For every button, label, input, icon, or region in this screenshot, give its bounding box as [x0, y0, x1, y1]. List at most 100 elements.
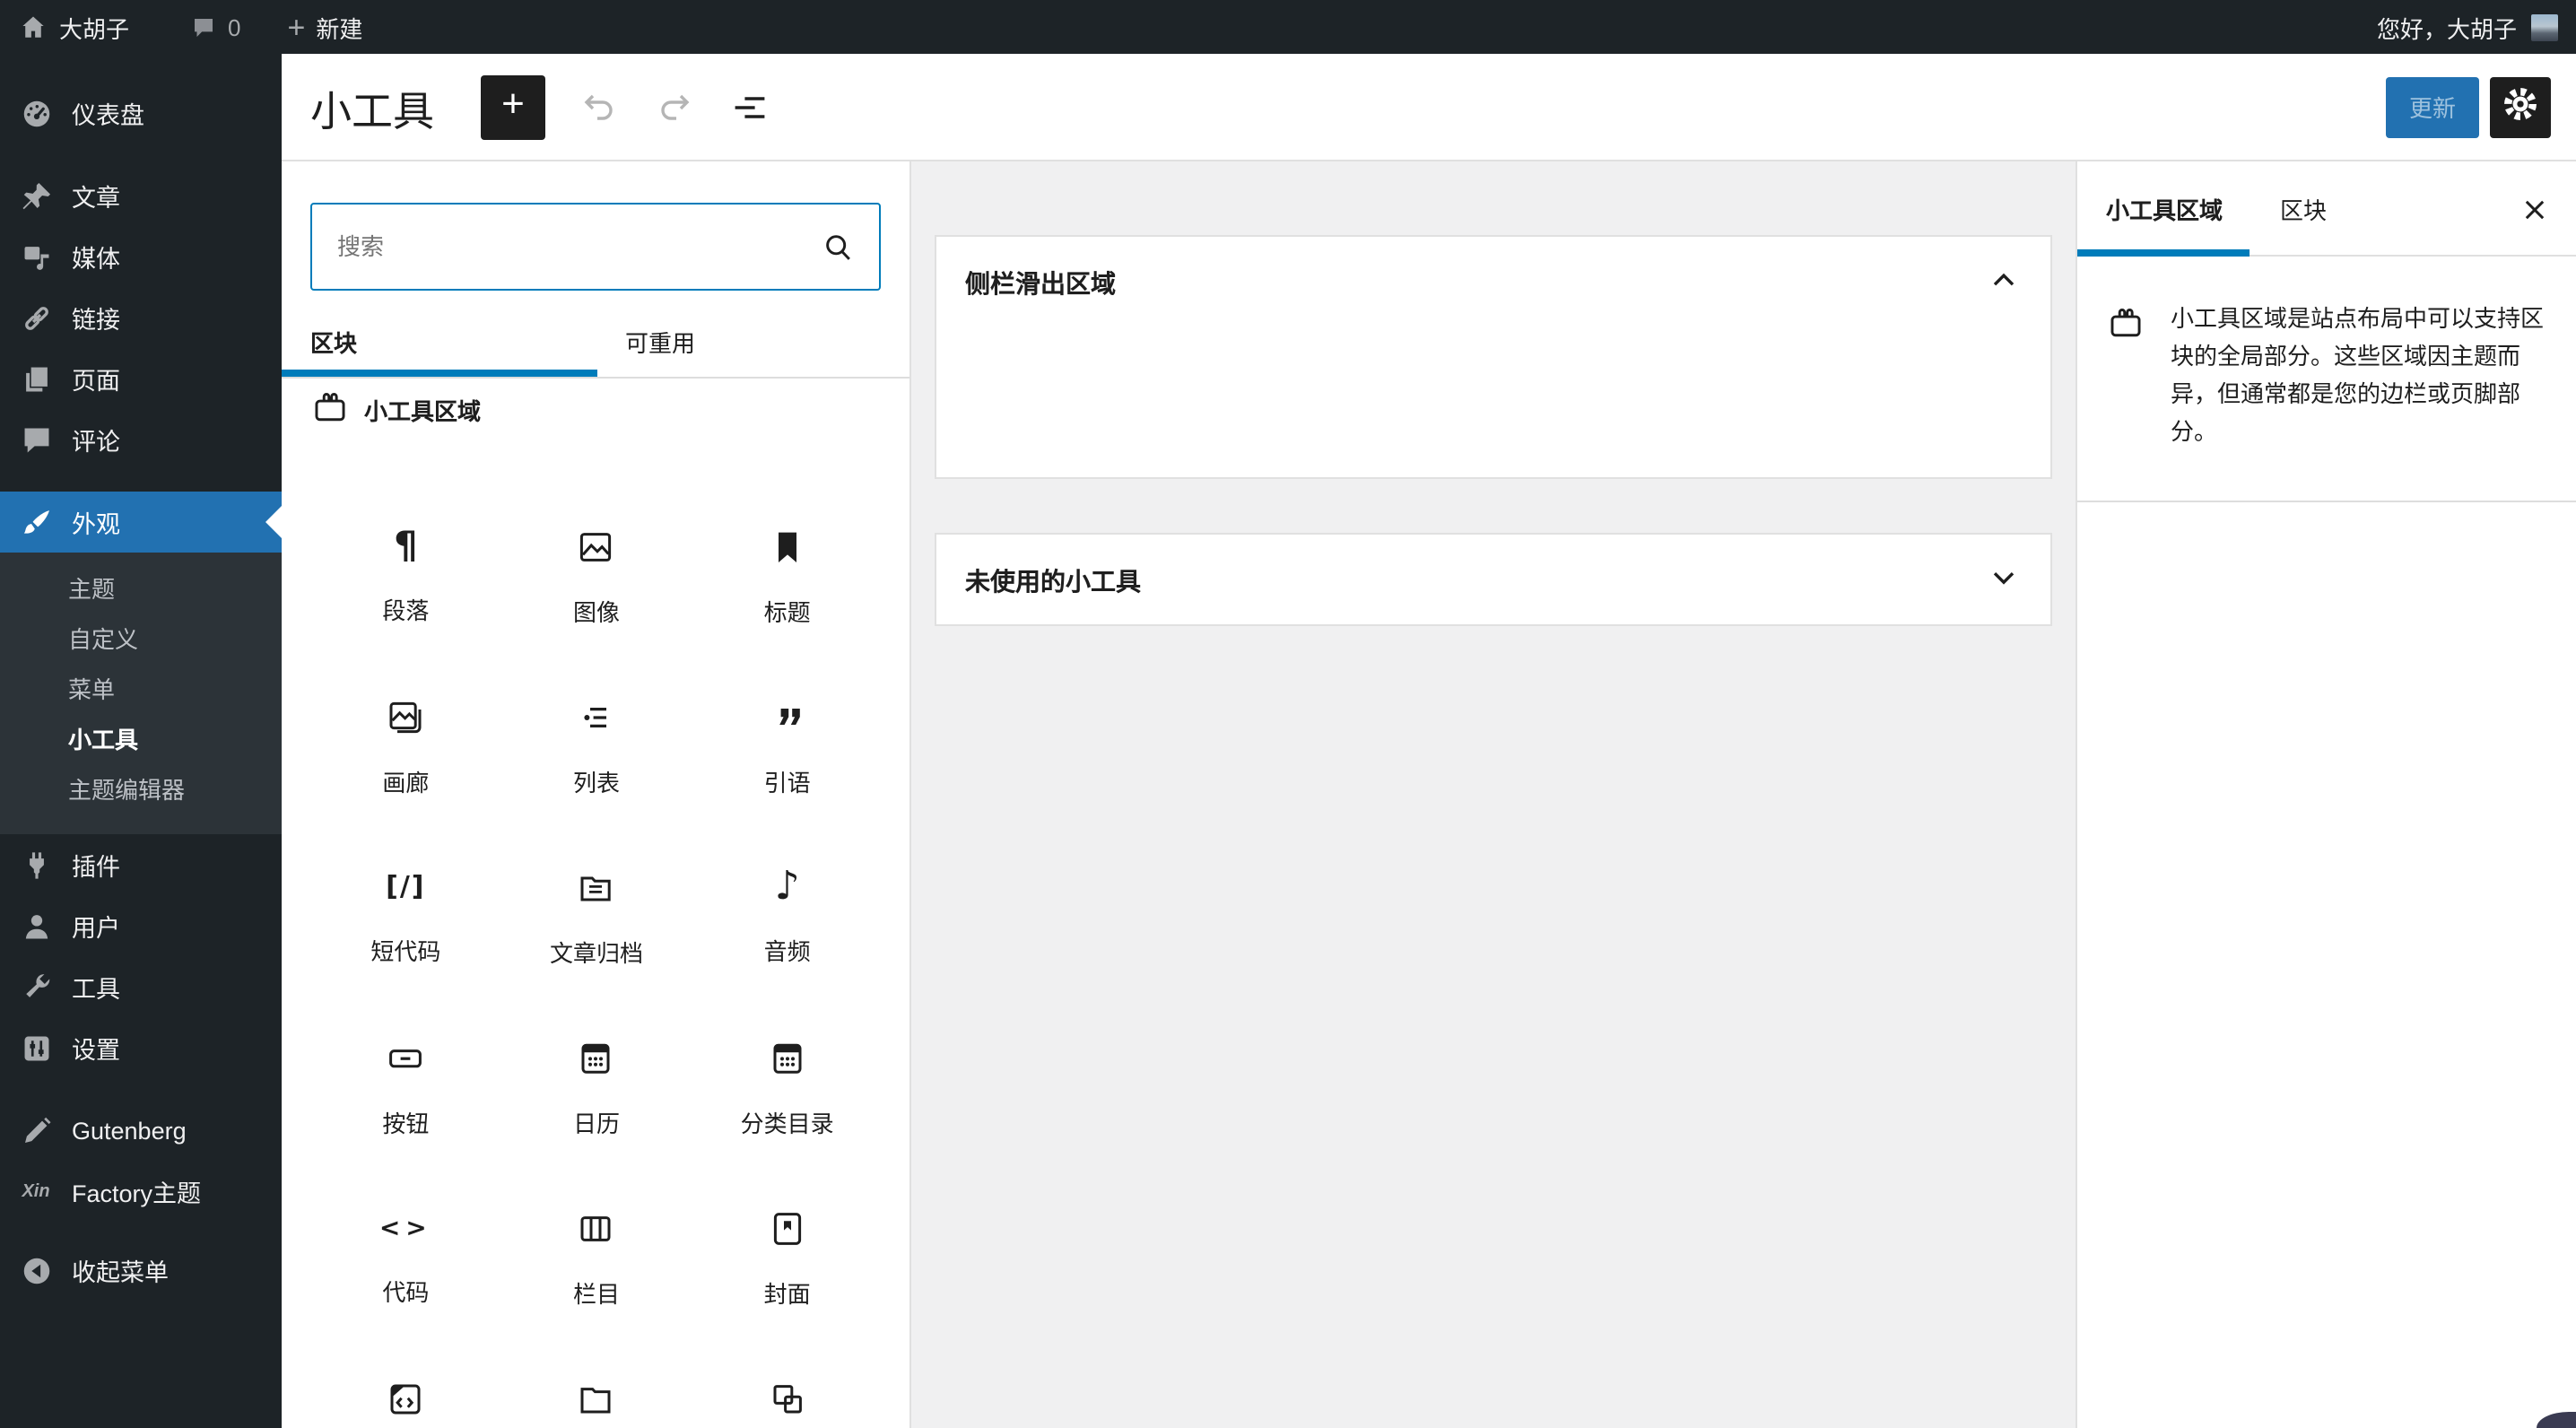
block-label: 代码: [382, 1279, 430, 1306]
tab-block[interactable]: 区块: [2251, 161, 2355, 256]
dashboard-icon: [18, 96, 54, 130]
inserter-tabs: 区块 可重用: [282, 305, 909, 379]
settings-toggle-button[interactable]: [2490, 76, 2551, 137]
sidebar-item-3[interactable]: 链接: [0, 287, 282, 348]
undo-icon[interactable]: [578, 85, 621, 128]
block-item-栏目[interactable]: 栏目: [501, 1207, 692, 1308]
block-item-封面[interactable]: 封面: [692, 1207, 883, 1308]
users-icon: [18, 909, 54, 943]
block-label: 图像: [572, 599, 620, 626]
widget-area-title: 侧栏滑出区域: [965, 269, 1116, 298]
widget-area-icon: [310, 387, 350, 432]
new-label: 新建: [316, 15, 363, 42]
block-label: 音频: [763, 938, 811, 965]
block-item-partial-17[interactable]: [692, 1378, 883, 1428]
submenu-item-自定义[interactable]: 自定义: [0, 615, 282, 666]
sidebar-item-5[interactable]: 评论: [0, 409, 282, 470]
avatar[interactable]: [2531, 13, 2558, 40]
widget-area-header[interactable]: 未使用的小工具: [936, 535, 2050, 628]
sidebar-item-10[interactable]: 设置: [0, 1017, 282, 1078]
block-item-音频[interactable]: ♪ 音频: [692, 866, 883, 967]
block-label: 封面: [763, 1281, 811, 1308]
folder-icon: [575, 1378, 618, 1421]
custom-html-icon: [384, 1378, 427, 1421]
submenu-item-主题[interactable]: 主题: [0, 565, 282, 615]
block-label: 引语: [763, 770, 811, 797]
tools-icon: [18, 970, 54, 1004]
appearance-icon: [18, 505, 54, 539]
admin-bar: 大胡子 0 + 新建 您好，大胡子: [0, 0, 2576, 54]
block-item-引语[interactable]: 引语: [692, 696, 883, 797]
pin-icon: [18, 178, 54, 213]
submenu-item-菜单[interactable]: 菜单: [0, 666, 282, 716]
block-item-标题[interactable]: 标题: [692, 526, 883, 626]
widget-area-header[interactable]: 侧栏滑出区域: [936, 237, 2050, 330]
categories-icon: [766, 1037, 809, 1080]
comments-count: 0: [228, 13, 241, 40]
inserter-tab-0[interactable]: 区块: [282, 305, 596, 377]
list-view-icon[interactable]: [728, 85, 771, 128]
site-menu[interactable]: 大胡子: [0, 0, 147, 54]
block-item-短代码[interactable]: [/] 短代码: [310, 866, 501, 967]
plus-icon: +: [287, 10, 306, 44]
chevron-down-icon[interactable]: [1982, 555, 2025, 607]
block-item-按钮[interactable]: 按钮: [310, 1037, 501, 1137]
widget-area-icon: [2106, 303, 2145, 450]
block-item-partial-15[interactable]: [310, 1378, 501, 1428]
wordpress-widgets-editor: 大胡子 0 + 新建 您好，大胡子 仪表盘 文章 媒体 链接 页面 评论 外观 主题 自定义 菜单…: [0, 0, 2576, 1428]
new-content-menu[interactable]: + 新建: [270, 0, 381, 54]
block-item-partial-16[interactable]: [501, 1378, 692, 1428]
sidebar-item-4[interactable]: 页面: [0, 348, 282, 409]
block-item-日历[interactable]: 日历: [501, 1037, 692, 1137]
archives-icon: [575, 866, 618, 910]
block-search-input[interactable]: [312, 233, 818, 260]
block-item-代码[interactable]: <> 代码: [310, 1207, 501, 1308]
gear-icon: [2501, 84, 2540, 129]
plugin-icon: [18, 848, 54, 882]
sidebar-item-2[interactable]: 媒体: [0, 226, 282, 287]
sidebar-item-6[interactable]: 外观: [0, 492, 282, 553]
block-item-图像[interactable]: 图像: [501, 526, 692, 626]
block-item-分类目录[interactable]: 分类目录: [692, 1037, 883, 1137]
sidebar-item-13[interactable]: 收起菜单: [0, 1240, 282, 1301]
block-label: 画廊: [382, 770, 430, 797]
sidebar-item-8[interactable]: 用户: [0, 895, 282, 956]
pencil-icon: [18, 1113, 54, 1147]
block-label: 段落: [382, 597, 430, 624]
submenu-item-主题编辑器[interactable]: 主题编辑器: [0, 766, 282, 816]
editor-canvas: 侧栏滑出区域 未使用的小工具: [911, 161, 2076, 1428]
home-icon: [18, 12, 48, 42]
sidebar-item-11[interactable]: Gutenberg: [0, 1100, 282, 1161]
redo-icon[interactable]: [653, 85, 696, 128]
sidebar-item-0[interactable]: 仪表盘: [0, 83, 282, 144]
settings-sidebar: 小工具区域 区块 小工具区域是站点布局中可以支持区块的全局部分。这些区域因主题而…: [2076, 161, 2576, 1428]
block-item-列表[interactable]: 列表: [501, 696, 692, 797]
editor-header: 小工具 + 更新: [282, 54, 2576, 161]
block-category-header: 小工具区域: [310, 387, 481, 432]
block-item-文章归档[interactable]: 文章归档: [501, 866, 692, 967]
update-button[interactable]: 更新: [2386, 76, 2479, 137]
settings-icon: [18, 1031, 54, 1065]
comments-shortcut[interactable]: 0: [172, 0, 258, 54]
settings-tabs: 小工具区域 区块: [2077, 161, 2576, 257]
tab-widget-area[interactable]: 小工具区域: [2077, 161, 2251, 256]
widget-area-panel-sidebar: 侧栏滑出区域: [935, 235, 2052, 479]
sidebar-item-12[interactable]: Xin Factory主题: [0, 1161, 282, 1222]
widget-area-description: 小工具区域是站点布局中可以支持区块的全局部分。这些区域因主题而异，但通常都是您的…: [2077, 257, 2576, 450]
columns-icon: [575, 1207, 618, 1250]
sidebar-item-9[interactable]: 工具: [0, 956, 282, 1017]
site-name: 大胡子: [59, 15, 130, 42]
submenu-item-小工具[interactable]: 小工具: [0, 716, 282, 766]
block-item-段落[interactable]: ¶ 段落: [310, 526, 501, 626]
chevron-up-icon[interactable]: [1982, 257, 2025, 309]
block-inserter-toggle-button[interactable]: +: [481, 74, 545, 139]
block-item-画廊[interactable]: 画廊: [310, 696, 501, 797]
close-icon[interactable]: [2511, 187, 2558, 233]
xin-icon: Xin: [22, 1181, 50, 1201]
user-greeting[interactable]: 您好，大胡子: [2377, 10, 2517, 44]
sidebar-item-1[interactable]: 文章: [0, 165, 282, 226]
inserter-tab-1[interactable]: 可重用: [596, 305, 909, 377]
appearance-submenu: 主题 自定义 菜单 小工具 主题编辑器: [0, 553, 282, 834]
block-label: 列表: [572, 770, 620, 797]
sidebar-item-7[interactable]: 插件: [0, 834, 282, 895]
